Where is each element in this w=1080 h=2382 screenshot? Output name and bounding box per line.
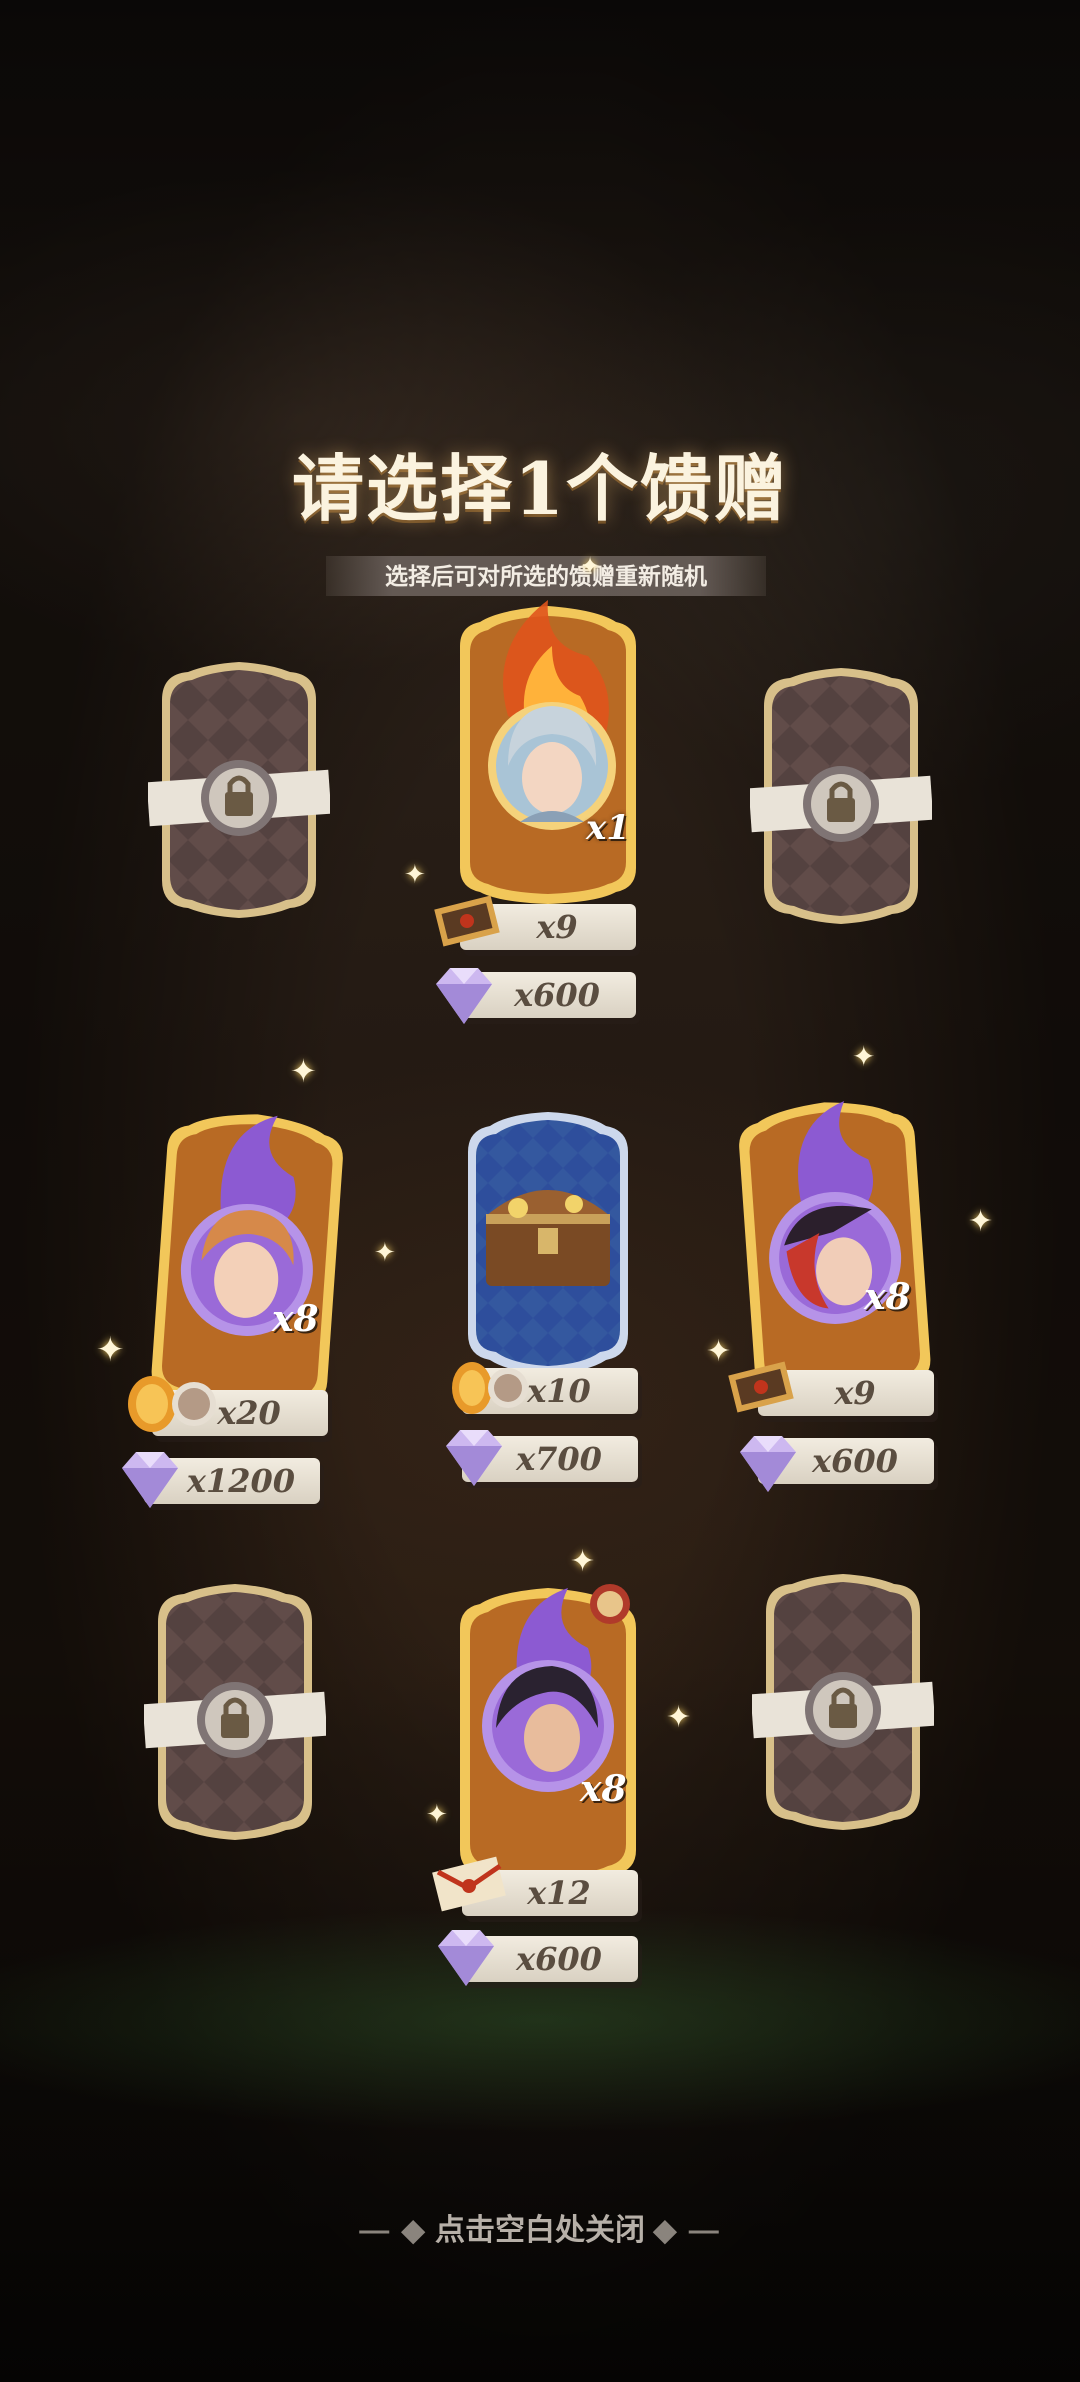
gift-top-character-count: x1 (586, 808, 630, 848)
locked-slot-bottom-left[interactable] (144, 1582, 326, 1842)
crystal-gem-icon (438, 1930, 494, 1986)
gift-mid-right-ticket-count: x9 (834, 1374, 876, 1412)
gift-bottom-ticket-count: x12 (527, 1874, 591, 1912)
close-hint-label: 点击空白处关闭 (435, 2214, 645, 2247)
sparkle-icon: ✦ (580, 552, 601, 580)
gift-bottom-character-count: x8 (580, 1768, 627, 1810)
sparkle-icon: ✦ (404, 860, 426, 890)
gift-bottom-gem-count: x600 (516, 1940, 602, 1978)
sparkle-icon: ✦ (852, 1040, 876, 1073)
crystal-gem-icon (446, 1430, 502, 1486)
locked-slot-top-left[interactable] (148, 660, 330, 920)
page-title: 请选择1个馈赠 (291, 446, 789, 531)
crystal-gem-icon (740, 1436, 796, 1492)
gift-mid-left-character-count: x8 (272, 1298, 319, 1340)
crystal-gem-icon (436, 968, 492, 1024)
sparkle-icon: ✦ (96, 1330, 125, 1370)
crystal-gem-icon (122, 1452, 178, 1508)
sparkle-icon: ✦ (666, 1700, 692, 1735)
close-hint[interactable]: — ◆ 点击空白处关闭 ◆ — (0, 2205, 1080, 2249)
gift-card-mid-left[interactable]: x8 (148, 1094, 348, 1414)
gift-mid-right-gem-count: x600 (812, 1442, 898, 1480)
gift-top-gem-count: x600 (514, 976, 600, 1014)
sparkle-icon: ✦ (570, 1544, 596, 1579)
letter-ticket-icon (432, 1856, 506, 1912)
gold-ticket-icon (128, 1376, 216, 1432)
gift-mid-right-character-count: x8 (864, 1276, 911, 1318)
letter-ticket-icon (728, 1361, 794, 1413)
sparkle-icon: ✦ (706, 1334, 732, 1369)
gift-top-ticket-count: x9 (536, 908, 578, 946)
gift-card-top[interactable]: x1 (448, 586, 648, 906)
letter-ticket-icon (434, 895, 500, 947)
locked-slot-bottom-right[interactable] (752, 1572, 934, 1832)
sparkle-icon: ✦ (374, 1238, 396, 1268)
gift-card-mid-center[interactable] (458, 1108, 638, 1378)
gift-mid-center-gem-count: x700 (516, 1440, 602, 1478)
close-hint-dash-left: — ◆ (359, 2214, 427, 2247)
close-hint-dash-right: ◆ — (653, 2214, 721, 2247)
sparkle-icon: ✦ (968, 1204, 994, 1239)
sparkle-icon: ✦ (290, 1052, 317, 1090)
locked-slot-top-right[interactable] (750, 666, 932, 926)
sparkle-icon: ✦ (426, 1800, 448, 1830)
gift-card-bottom[interactable]: x8 (448, 1568, 648, 1888)
gift-card-mid-right[interactable]: x8 (734, 1082, 934, 1402)
gold-ticket-icon (452, 1362, 528, 1414)
